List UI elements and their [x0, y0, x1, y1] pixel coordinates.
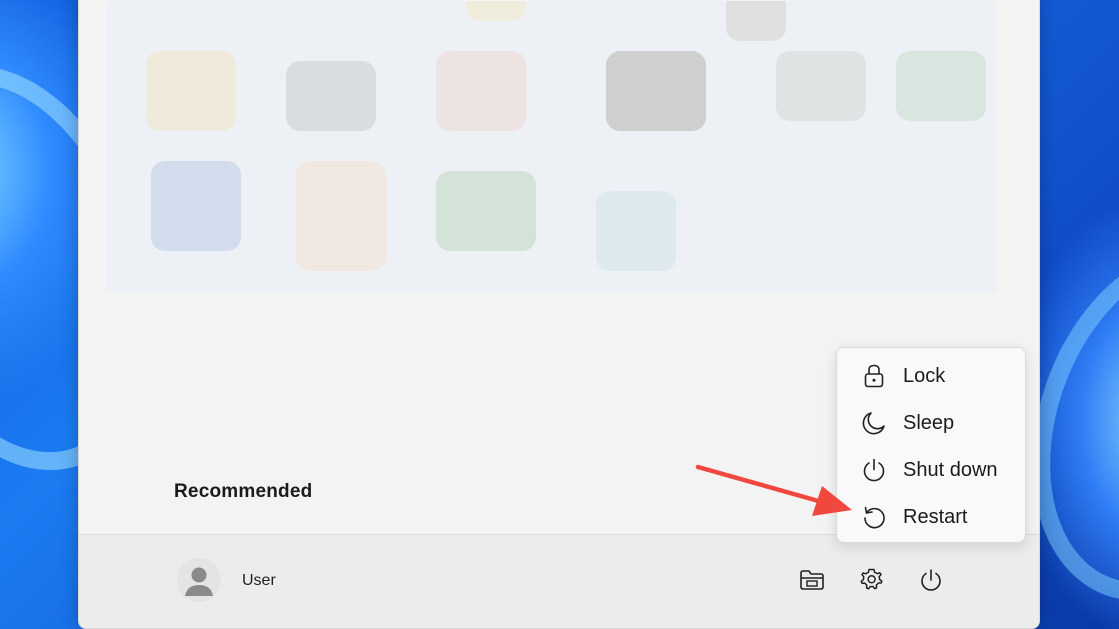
power-menu: Lock Sleep Shut down Restart	[836, 347, 1026, 543]
settings-button[interactable]	[852, 560, 892, 600]
sleep-icon	[861, 410, 887, 436]
file-explorer-button[interactable]	[792, 560, 832, 600]
user-avatar-icon	[185, 567, 213, 596]
user-name[interactable]: User	[242, 572, 276, 590]
settings-icon	[860, 568, 883, 590]
recommended-heading: Recommended	[174, 481, 313, 502]
power-menu-item-shut-down[interactable]: Shut down	[841, 448, 1021, 492]
power-menu-label: Lock	[903, 364, 946, 387]
power-icon	[861, 457, 887, 483]
start-menu-footer: User	[79, 534, 1039, 628]
power-menu-label: Restart	[903, 505, 968, 528]
user-avatar[interactable]	[177, 558, 221, 602]
power-menu-label: Shut down	[903, 458, 998, 481]
pinned-apps-blurred	[106, 1, 996, 293]
power-button[interactable]	[911, 560, 951, 600]
power-menu-item-sleep[interactable]: Sleep	[841, 401, 1021, 445]
power-menu-item-lock[interactable]: Lock	[841, 354, 1021, 398]
power-menu-item-restart[interactable]: Restart	[841, 495, 1021, 539]
power-menu-label: Sleep	[903, 411, 955, 434]
folder-icon	[800, 570, 824, 590]
lock-icon	[861, 363, 887, 389]
power-icon	[921, 569, 941, 591]
restart-icon	[861, 504, 887, 530]
